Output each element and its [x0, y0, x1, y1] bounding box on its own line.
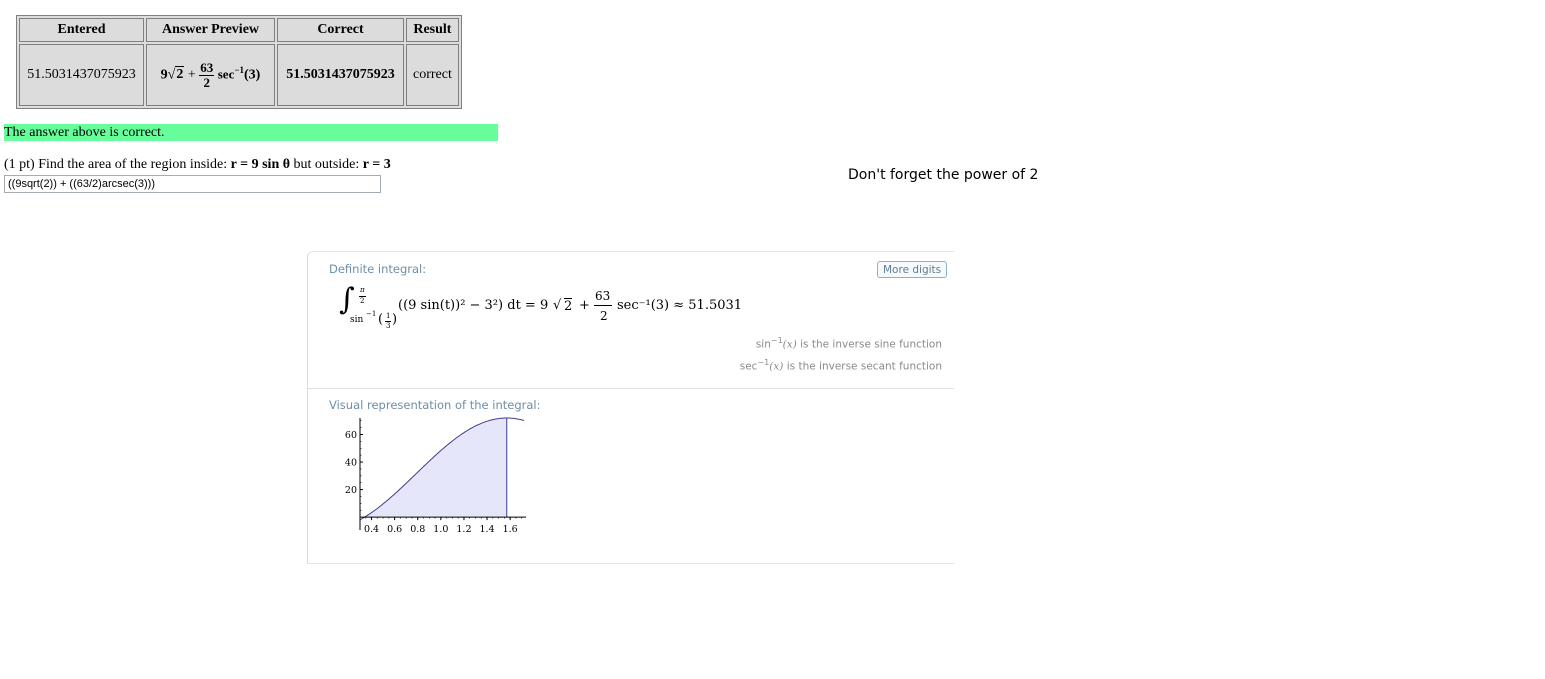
note-sin-func: sin [755, 338, 771, 351]
note-sec-func: sec [739, 360, 758, 373]
area-fill [364, 418, 507, 518]
more-digits-button[interactable]: More digits [877, 261, 948, 278]
answer-preview: 9√2 + 63 2 sec−1(3) [146, 44, 275, 106]
x-tick-label: 1.6 [503, 524, 518, 535]
correct-banner: The answer above is correct. [4, 124, 498, 141]
inverse-secant-note: sec−1(x) is the inverse secant function [740, 358, 942, 373]
preview-fraction: 63 2 [199, 59, 215, 90]
problem-prefix: (1 pt) Find the area of the region insid… [4, 157, 231, 172]
preview-frac-num: 63 [199, 59, 215, 76]
preview-sup: −1 [234, 64, 244, 75]
result-plus: + [579, 298, 590, 313]
lower-limit-frac-den: 3 [386, 322, 391, 330]
preview-plus: + [187, 67, 196, 83]
results-table: Entered Answer Preview Correct Result 51… [16, 15, 462, 109]
x-tick-label: 1.2 [456, 524, 471, 535]
lower-limit-func: sin [350, 315, 364, 325]
header-correct: Correct [277, 18, 404, 42]
result-frac-num: 63 [595, 289, 611, 303]
entered-value: 51.5031437075923 [19, 44, 144, 106]
result-tail: sec⁻¹(3) ≈ 51.5031 [617, 298, 743, 313]
note-sec-sup: −1 [757, 358, 770, 367]
note-sin-sup: −1 [770, 336, 783, 345]
hint-note: Don't forget the power of 2 [848, 167, 1039, 183]
y-tick-label: 20 [345, 485, 357, 496]
preview-radicand: 2 [175, 66, 185, 83]
y-tick-label: 40 [345, 458, 357, 469]
lower-limit-rparen: ) [392, 312, 398, 327]
upper-limit-den: 2 [360, 297, 365, 305]
header-result: Result [406, 18, 459, 42]
note-sin-arg: (x) [782, 338, 797, 351]
x-tick-label: 1.4 [479, 524, 494, 535]
y-tick-label: 60 [345, 430, 357, 441]
outside-equation: r = 3 [362, 157, 391, 172]
integral-sign: ∫ [339, 282, 355, 317]
note-sin-text: is the inverse sine function [800, 338, 942, 351]
results-row: 51.5031437075923 9√2 + 63 2 sec−1(3) 51.… [19, 44, 459, 106]
x-tick-label: 1.0 [433, 524, 448, 535]
preview-coef: 9 [160, 67, 168, 83]
note-sec-text: is the inverse secant function [786, 360, 942, 373]
lower-limit-lparen: ( [378, 312, 384, 327]
lower-limit-sup: −1 [366, 310, 377, 318]
x-tick-label: 0.4 [364, 524, 379, 535]
lower-limit-frac-num: 1 [386, 312, 391, 320]
answer-input[interactable] [4, 175, 381, 193]
problem-statement: (1 pt) Find the area of the region insid… [4, 157, 391, 173]
preview-arg: (3) [244, 67, 261, 83]
header-answer-preview: Answer Preview [146, 18, 275, 42]
integral-plot: 0.4 0.6 0.8 1.0 1.2 1.4 1.6 20 40 60 [345, 417, 526, 535]
x-tick-label: 0.6 [387, 524, 402, 535]
results-header-row: Entered Answer Preview Correct Result [19, 18, 459, 42]
preview-func: sec [217, 66, 235, 82]
problem-middle: but outside: [290, 157, 363, 172]
correct-value: 51.5031437075923 [277, 44, 404, 106]
header-entered: Entered [19, 18, 144, 42]
preview-frac-den: 2 [203, 74, 211, 90]
pod-separator [308, 388, 954, 389]
note-sec-arg: (x) [769, 360, 784, 373]
pod-title-visual-representation: Visual representation of the integral: [329, 398, 541, 412]
result-frac-bar [594, 305, 612, 306]
inverse-sine-note: sin−1(x) is the inverse sine function [756, 336, 942, 351]
integrand-expression: ((9 sin(t))² − 3²) dt = 9 [398, 298, 549, 313]
result-status: correct [406, 44, 459, 106]
result-radicand: 2 [564, 298, 573, 314]
pod-title-definite-integral: Definite integral: [329, 262, 427, 276]
upper-limit-num: π [360, 286, 365, 294]
inside-equation: r = 9 sin θ [230, 157, 291, 172]
x-tick-label: 0.8 [410, 524, 425, 535]
result-sqrt-sign: √ [553, 298, 562, 313]
wolfram-result-panel: Definite integral: More digits ∫ π 2 sin… [307, 251, 954, 564]
result-frac-den: 2 [600, 309, 608, 323]
